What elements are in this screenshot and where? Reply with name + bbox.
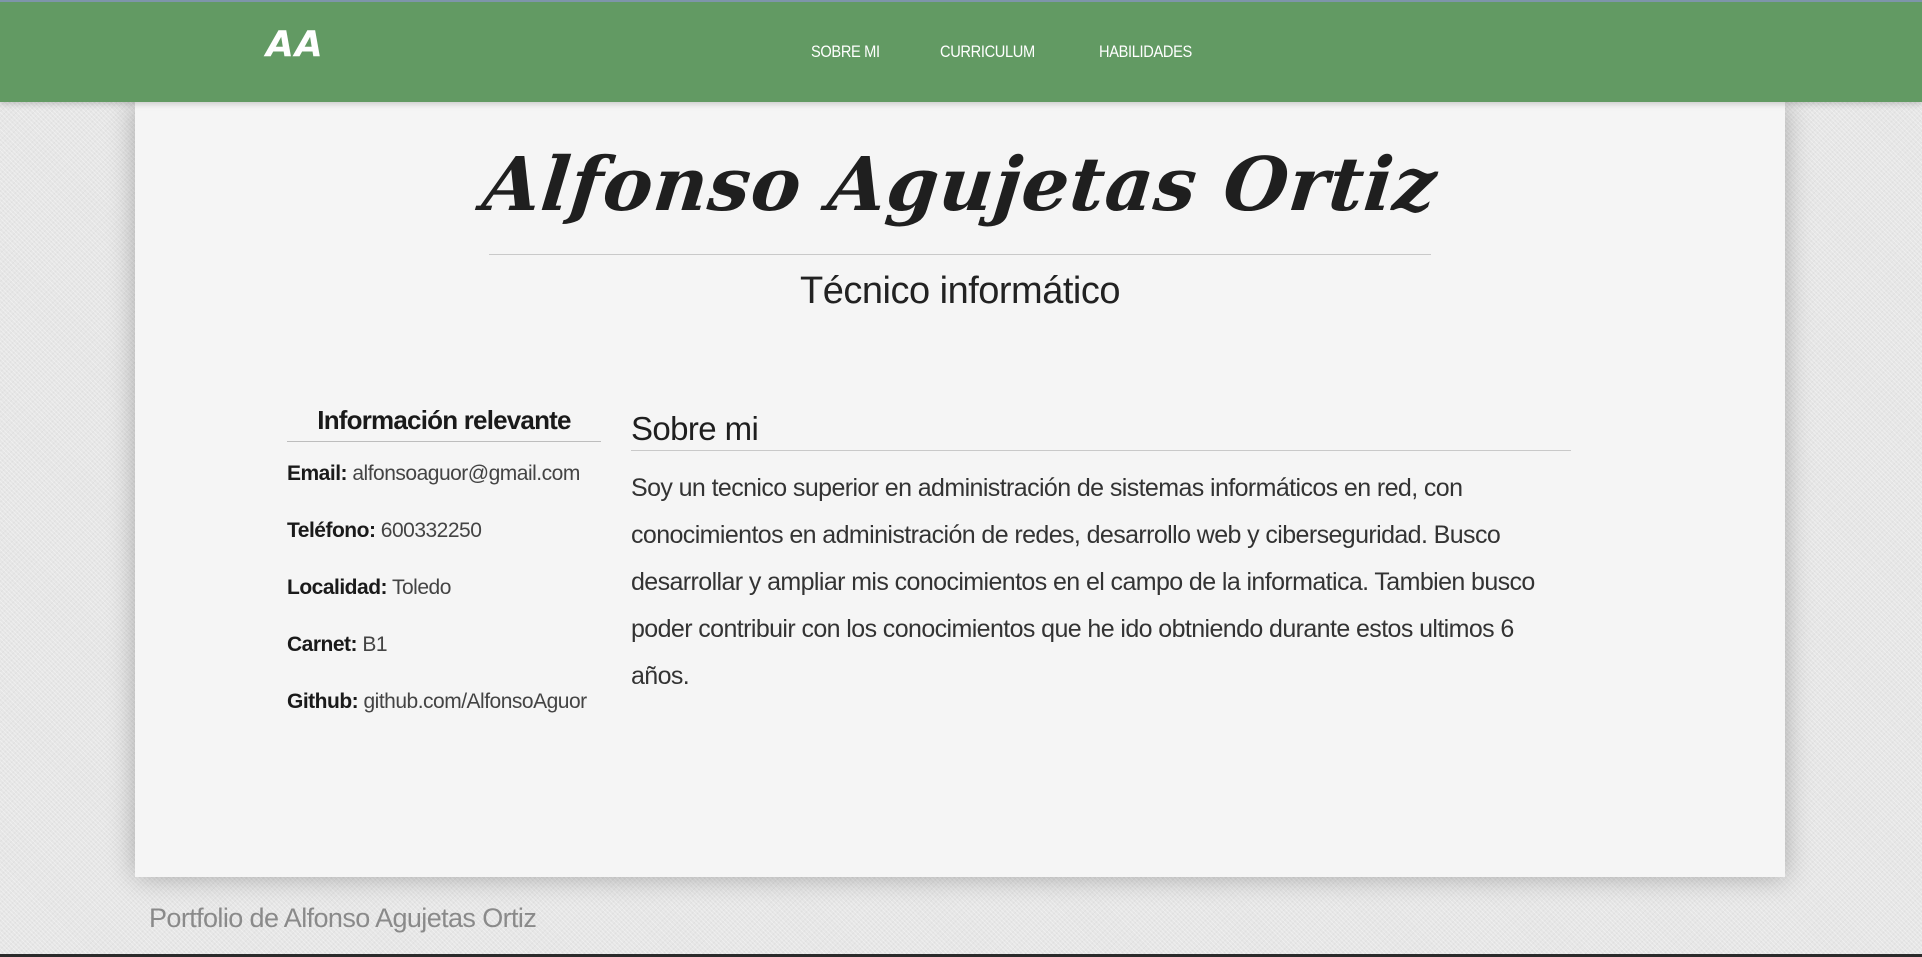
about-paragraph: Soy un tecnico superior en administració… xyxy=(631,474,1535,690)
info-value: 600332250 xyxy=(380,519,482,542)
info-row-github: Github: github.com/AlfonsoAguor xyxy=(287,690,601,727)
info-label: Email: xyxy=(287,462,348,485)
info-label: Localidad: xyxy=(287,576,388,599)
page-title: Alfonso Agujetas Ortiz xyxy=(478,142,1442,228)
main-nav: SOBRE MI CURRICULUM HABILIDADES xyxy=(811,42,1207,62)
content-card: Alfonso Agujetas Ortiz Técnico informáti… xyxy=(135,102,1785,877)
top-navbar: AA SOBRE MI CURRICULUM HABILIDADES xyxy=(0,0,1922,102)
nav-link-habilidades[interactable]: HABILIDADES xyxy=(1099,42,1192,62)
page-subtitle: Técnico informático xyxy=(800,270,1120,312)
info-value: Toledo xyxy=(391,576,451,599)
info-row-email: Email: alfonsoaguor@gmail.com xyxy=(287,462,601,499)
nav-link-sobre-mi[interactable]: SOBRE MI xyxy=(811,42,880,62)
info-row-location: Localidad: Toledo xyxy=(287,576,601,613)
info-value: alfonsoaguor@gmail.com xyxy=(352,462,580,485)
info-heading: Información relevante xyxy=(287,405,601,442)
info-value: github.com/AlfonsoAguor xyxy=(363,690,587,713)
logo[interactable]: AA xyxy=(266,24,324,65)
nav-link-curriculum[interactable]: CURRICULUM xyxy=(940,42,1035,62)
info-panel: Información relevante Email: alfonsoaguo… xyxy=(287,405,601,727)
footer-text: Portfolio de Alfonso Agujetas Ortiz xyxy=(149,903,537,933)
info-label: Github: xyxy=(287,690,359,713)
info-value: B1 xyxy=(362,633,388,656)
info-label: Carnet: xyxy=(287,633,358,656)
info-row-license: Carnet: B1 xyxy=(287,633,601,670)
info-label: Teléfono: xyxy=(287,519,376,542)
about-heading: Sobre mi xyxy=(631,410,1571,451)
info-row-phone: Teléfono: 600332250 xyxy=(287,519,601,556)
title-divider xyxy=(489,254,1431,255)
about-section: Sobre mi Soy un tecnico superior en admi… xyxy=(631,410,1571,700)
